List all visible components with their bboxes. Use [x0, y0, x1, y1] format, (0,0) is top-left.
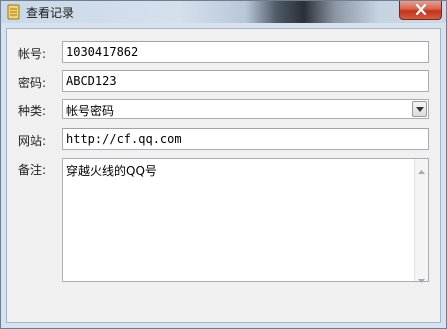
- record-window: 查看记录 帐号: 1030417862 密码: ABCD123 种类: 帐号密码…: [0, 0, 447, 329]
- category-label: 种类:: [18, 104, 47, 118]
- website-input[interactable]: http://cf.qq.com: [62, 128, 429, 150]
- chevron-down-icon[interactable]: [412, 101, 427, 117]
- password-label: 密码:: [18, 76, 47, 90]
- scroll-up-arrow-icon[interactable]: [418, 163, 425, 177]
- window-title: 查看记录: [26, 6, 75, 20]
- category-select[interactable]: 帐号密码: [62, 99, 429, 119]
- form-panel: 帐号: 1030417862 密码: ABCD123 种类: 帐号密码 网站: …: [6, 28, 441, 323]
- account-input[interactable]: 1030417862: [62, 41, 429, 63]
- website-label: 网站:: [18, 134, 47, 148]
- note-textarea[interactable]: 穿越火线的QQ号: [62, 158, 429, 283]
- title-bar[interactable]: 查看记录: [1, 1, 446, 23]
- note-scrollbar[interactable]: [414, 159, 428, 283]
- account-label: 帐号:: [18, 47, 47, 61]
- close-button[interactable]: [399, 1, 442, 20]
- note-label: 备注:: [18, 163, 47, 177]
- category-selected-value: 帐号密码: [66, 104, 115, 118]
- password-input[interactable]: ABCD123: [62, 70, 429, 92]
- note-text: 穿越火线的QQ号: [66, 164, 157, 178]
- notebook-icon: [7, 4, 20, 20]
- scroll-down-arrow-icon[interactable]: [418, 272, 425, 286]
